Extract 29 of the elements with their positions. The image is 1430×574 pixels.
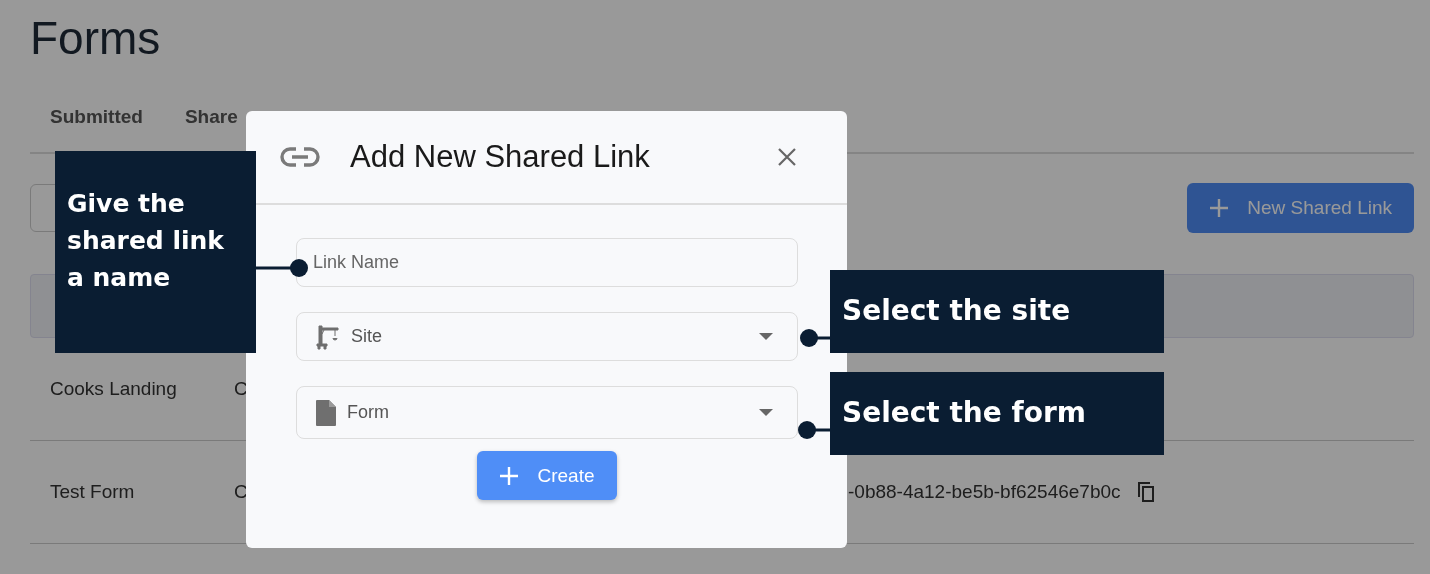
leader-line bbox=[800, 329, 832, 347]
callout: Give the shared link a name bbox=[55, 151, 256, 353]
caret-icon bbox=[759, 409, 773, 416]
table-cell: C bbox=[234, 378, 248, 400]
close-icon[interactable] bbox=[777, 147, 797, 167]
tab[interactable]: Share bbox=[184, 106, 238, 152]
caret-icon bbox=[759, 333, 773, 340]
leader-line bbox=[798, 421, 830, 439]
table-cell: C bbox=[234, 481, 248, 503]
leader-line bbox=[256, 259, 308, 277]
callout: Select the form bbox=[830, 372, 1164, 455]
crane-icon bbox=[315, 323, 341, 350]
select-field[interactable]: Form bbox=[296, 386, 798, 439]
table-cell: Test Form bbox=[50, 481, 135, 503]
page-title: Forms bbox=[30, 11, 162, 66]
new-shared-link-button[interactable]: New Shared Link bbox=[1187, 183, 1414, 233]
copy-icon[interactable] bbox=[1136, 481, 1156, 503]
tab[interactable]: Submitted bbox=[50, 106, 143, 152]
link-icon bbox=[280, 146, 320, 168]
callout: Select the site bbox=[830, 270, 1164, 353]
document-icon bbox=[315, 398, 337, 427]
table-cell: -0b88-4a12-be5b-bf62546e7b0c bbox=[848, 481, 1121, 503]
create-button[interactable]: Create bbox=[477, 451, 617, 500]
select-field[interactable]: Site bbox=[296, 312, 798, 361]
table-cell: Cooks Landing bbox=[50, 378, 177, 400]
dialog-title: Add New Shared Link bbox=[350, 139, 651, 175]
plus-icon bbox=[499, 465, 520, 486]
link-name-field[interactable]: Link Name bbox=[296, 238, 798, 287]
plus-icon bbox=[1209, 198, 1230, 218]
